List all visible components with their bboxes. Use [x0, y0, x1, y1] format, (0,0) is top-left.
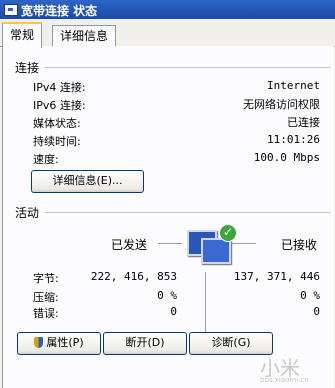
disable-button[interactable]: 断开(D): [103, 332, 187, 355]
activity-divider: [45, 212, 330, 213]
tab-strip: 常规 详细信息: [0, 19, 335, 48]
compression-label: 压缩:: [33, 291, 59, 304]
errors-label: 错误:: [33, 307, 59, 320]
connected-check-icon: ✓: [219, 224, 237, 242]
ipv6-value: 无网络访问权限: [243, 98, 320, 111]
activity-section-label: 活动: [15, 206, 40, 220]
errors-received-value: 0: [313, 305, 320, 318]
ipv4-value: Internet: [267, 79, 320, 92]
connection-divider: [45, 67, 330, 68]
media-state-label: 媒体状态:: [33, 117, 81, 130]
watermark-sub: bbs.xiaomi.cn: [260, 376, 309, 384]
duration-label: 持续时间:: [33, 135, 81, 148]
network-connection-icon: [4, 4, 18, 16]
window-title: 宽带连接 状态: [21, 4, 98, 18]
bytes-label: 字节:: [33, 272, 59, 285]
speed-value: 100.0 Mbps: [253, 151, 320, 164]
title-bar[interactable]: 宽带连接 状态: [0, 0, 335, 19]
general-panel: 连接 IPv4 连接: Internet IPv6 连接: 无网络访问权限 媒体…: [2, 46, 334, 388]
connection-section-label: 连接: [15, 61, 40, 75]
details-button[interactable]: 详细信息(E)...: [31, 170, 144, 193]
speed-label: 速度:: [33, 153, 59, 166]
bytes-received-value: 137, 371, 446: [233, 270, 320, 283]
network-computers-icon: ✓: [187, 224, 237, 270]
duration-value: 11:01:26: [267, 133, 320, 146]
received-label: 已接收: [281, 238, 318, 252]
tab-general[interactable]: 常规: [2, 22, 43, 48]
sent-connector-line: [158, 243, 182, 244]
bytes-sent-value: 222, 416, 853: [90, 270, 177, 283]
properties-label: 属性(P): [46, 336, 84, 349]
watermark-logo: 小米 bbs.xiaomi.cn: [260, 352, 328, 384]
media-state-value: 已连接: [287, 116, 320, 129]
ipv4-label: IPv4 连接:: [33, 81, 86, 94]
ipv6-label: IPv6 连接:: [33, 99, 86, 112]
shield-icon: [34, 337, 44, 348]
compression-sent-value: 0 %: [157, 289, 177, 302]
compression-received-value: 0 %: [300, 289, 320, 302]
tab-details[interactable]: 详细信息: [52, 25, 117, 46]
properties-button[interactable]: 属性(P): [17, 332, 101, 355]
sent-label: 已发送: [111, 238, 148, 252]
errors-sent-value: 0: [170, 305, 177, 318]
